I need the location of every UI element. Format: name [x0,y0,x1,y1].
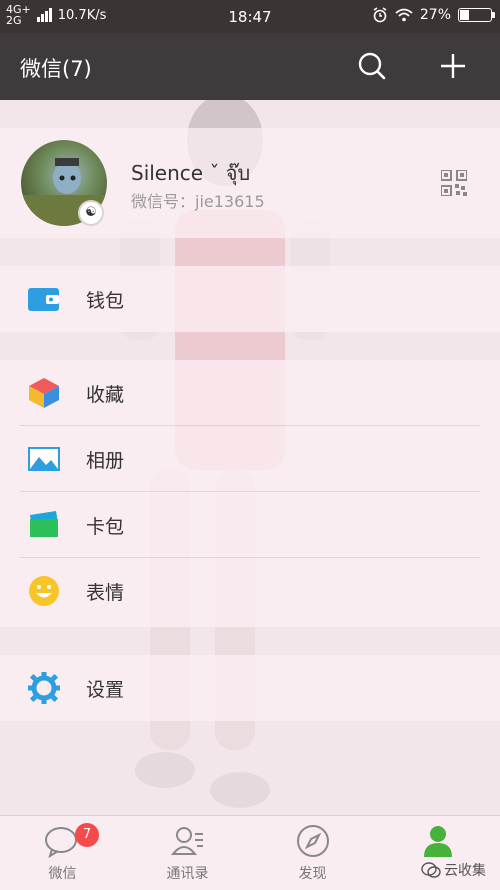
tab-chats[interactable]: 7 微信 [0,816,125,890]
wallet-section: 钱包 [0,266,500,332]
menu-item-settings[interactable]: 设置 [0,655,500,721]
header-bar: 微信(7) [0,33,500,100]
battery-percent: 27% [419,7,451,23]
cube-icon [29,378,59,408]
chat-bubble-icon [45,827,77,858]
wechat-id: 微信号：jie13615 [131,192,265,211]
settings-section: 设置 [0,655,500,721]
menu-label-settings: 设置 [86,679,125,701]
card-icon [30,511,58,537]
menu-item-wallet[interactable]: 钱包 [0,266,500,332]
tab-label-chats: 微信 [48,866,77,882]
tab-bar: 7 微信 通讯录 发现 我 云收集 [0,815,500,890]
menu-label-wallet: 钱包 [86,290,125,312]
profile-card[interactable]: ☯ Silence ˇ จุ๊บ 微信号：jie13615 [0,128,500,238]
plus-icon[interactable] [437,50,469,82]
wifi-icon [395,8,413,22]
content-section: 收藏 相册 卡包 表情 [0,360,500,627]
tab-label-contacts: 通讯录 [166,866,209,882]
menu-label-album: 相册 [86,450,125,472]
battery-icon [458,8,495,22]
tab-discover[interactable]: 发现 [250,816,375,890]
search-icon[interactable] [356,50,388,82]
gear-icon [28,672,60,704]
qr-code-icon[interactable] [441,170,467,196]
menu-label-cards: 卡包 [86,516,125,538]
compass-icon [297,825,329,857]
smiley-icon [29,576,59,606]
page-title: 微信(7) [20,57,92,81]
menu-item-cards[interactable]: 卡包 [0,492,500,558]
status-bar: 4G+ 2G 10.7K/s 18:47 27% [0,0,500,33]
contacts-icon [171,827,203,855]
picture-icon [28,447,60,471]
avatar-badge: ☯ [78,200,104,226]
nickname: Silence ˇ จุ๊บ [131,161,251,185]
menu-item-album[interactable]: 相册 [0,426,500,492]
menu-label-favorites: 收藏 [86,384,125,406]
tab-me[interactable]: 我 云收集 [375,816,500,890]
alarm-icon [373,7,387,23]
tab-label-discover: 发现 [298,866,327,882]
person-icon [424,826,452,857]
wallet-icon [28,288,59,311]
menu-item-favorites[interactable]: 收藏 [0,360,500,426]
tab-contacts[interactable]: 通讯录 [125,816,250,890]
unread-badge: 7 [75,823,99,847]
watermark: 云收集 [421,860,486,880]
wechat-logo-icon [421,862,441,878]
menu-item-stickers[interactable]: 表情 [0,558,500,624]
menu-label-stickers: 表情 [86,582,125,604]
